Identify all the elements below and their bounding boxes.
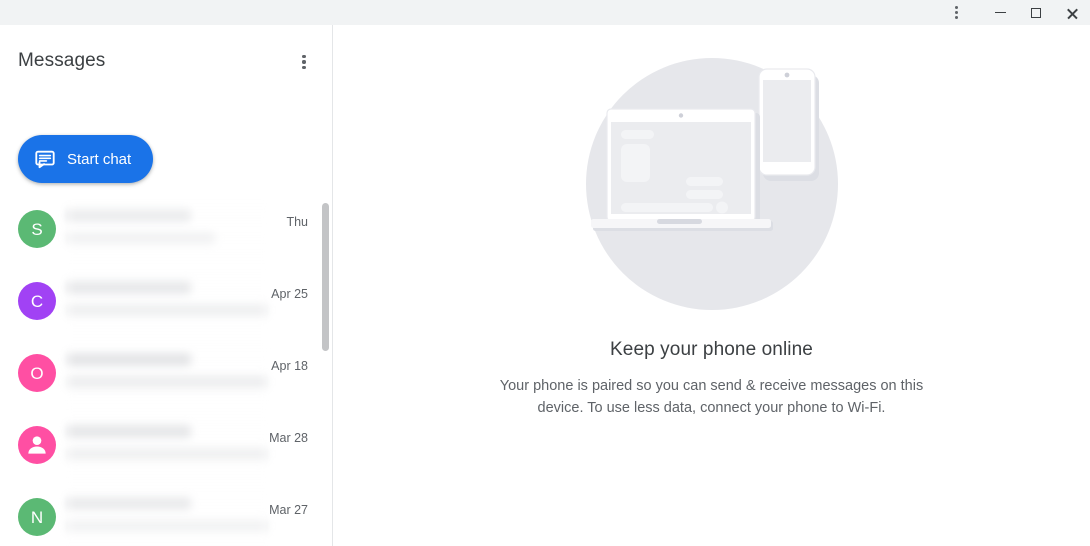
- window-menu-button[interactable]: [938, 0, 974, 25]
- window-close-button[interactable]: [1054, 0, 1090, 25]
- message-icon: [34, 148, 56, 170]
- conversation-list-scrollbar[interactable]: [321, 197, 331, 546]
- contact-name-redacted: [68, 497, 191, 510]
- conversation-timestamp: Mar 27: [269, 503, 308, 517]
- message-snippet-redacted: [68, 304, 266, 316]
- page-title: Messages: [18, 50, 106, 71]
- conversation-preview-redacted: [68, 353, 266, 401]
- empty-state-title: Keep your phone online: [610, 339, 813, 360]
- kebab-menu-icon: [302, 54, 306, 70]
- start-chat-label: Start chat: [67, 150, 132, 168]
- window-minimize-button[interactable]: [982, 0, 1018, 25]
- avatar: S: [18, 210, 56, 248]
- conversation-preview-redacted: [68, 281, 266, 329]
- minimize-icon: [994, 11, 1006, 14]
- kebab-menu-icon: [954, 6, 958, 19]
- scrollbar-thumb[interactable]: [322, 203, 329, 351]
- conversation-timestamp: Thu: [286, 215, 308, 229]
- conversation-preview-redacted: [68, 425, 266, 473]
- messages-app-window: Messages Start chat SThuCApr 25OApr: [0, 0, 1090, 546]
- avatar: O: [18, 354, 56, 392]
- contact-name-redacted: [68, 353, 191, 366]
- sidebar-overflow-menu-button[interactable]: [290, 48, 318, 76]
- avatar: N: [18, 498, 56, 536]
- message-snippet-redacted: [68, 376, 266, 388]
- contact-name-redacted: [68, 281, 191, 294]
- message-snippet-redacted: [68, 232, 215, 244]
- conversation-timestamp: Apr 25: [271, 287, 308, 301]
- conversation-row[interactable]: Mar 28: [0, 413, 332, 485]
- main-content-pane: Keep your phone online Your phone is pai…: [333, 25, 1090, 546]
- close-icon: [1066, 7, 1078, 19]
- conversation-preview-redacted: [68, 209, 266, 257]
- devices-illustration: [581, 53, 843, 315]
- maximize-icon: [1031, 7, 1041, 18]
- window-titlebar: [0, 0, 1090, 25]
- sidebar: Messages Start chat SThuCApr 25OApr: [0, 25, 333, 546]
- start-chat-button[interactable]: Start chat: [18, 135, 154, 183]
- sidebar-header: Messages: [0, 25, 332, 101]
- conversation-list[interactable]: S Thu C Apr 25 O Apr 18 Mar 28 N Mar 27: [0, 197, 332, 546]
- contact-name-redacted: [68, 209, 191, 222]
- person-icon: [18, 426, 56, 464]
- empty-state-subtitle: Your phone is paired so you can send & r…: [499, 378, 924, 416]
- conversation-row[interactable]: C Apr 25: [0, 269, 332, 341]
- message-snippet-redacted: [68, 520, 266, 532]
- message-snippet-redacted: [68, 448, 266, 460]
- conversation-preview-redacted: [68, 497, 266, 545]
- conversation-row[interactable]: N Mar 27: [0, 485, 332, 546]
- conversation-row[interactable]: O Apr 18: [0, 341, 332, 413]
- avatar: C: [18, 282, 56, 320]
- conversation-timestamp: Apr 18: [271, 359, 308, 373]
- conversation-timestamp: Mar 28: [269, 431, 308, 445]
- window-maximize-button[interactable]: [1018, 0, 1054, 25]
- contact-name-redacted: [68, 425, 191, 438]
- conversation-row[interactable]: S Thu: [0, 197, 332, 269]
